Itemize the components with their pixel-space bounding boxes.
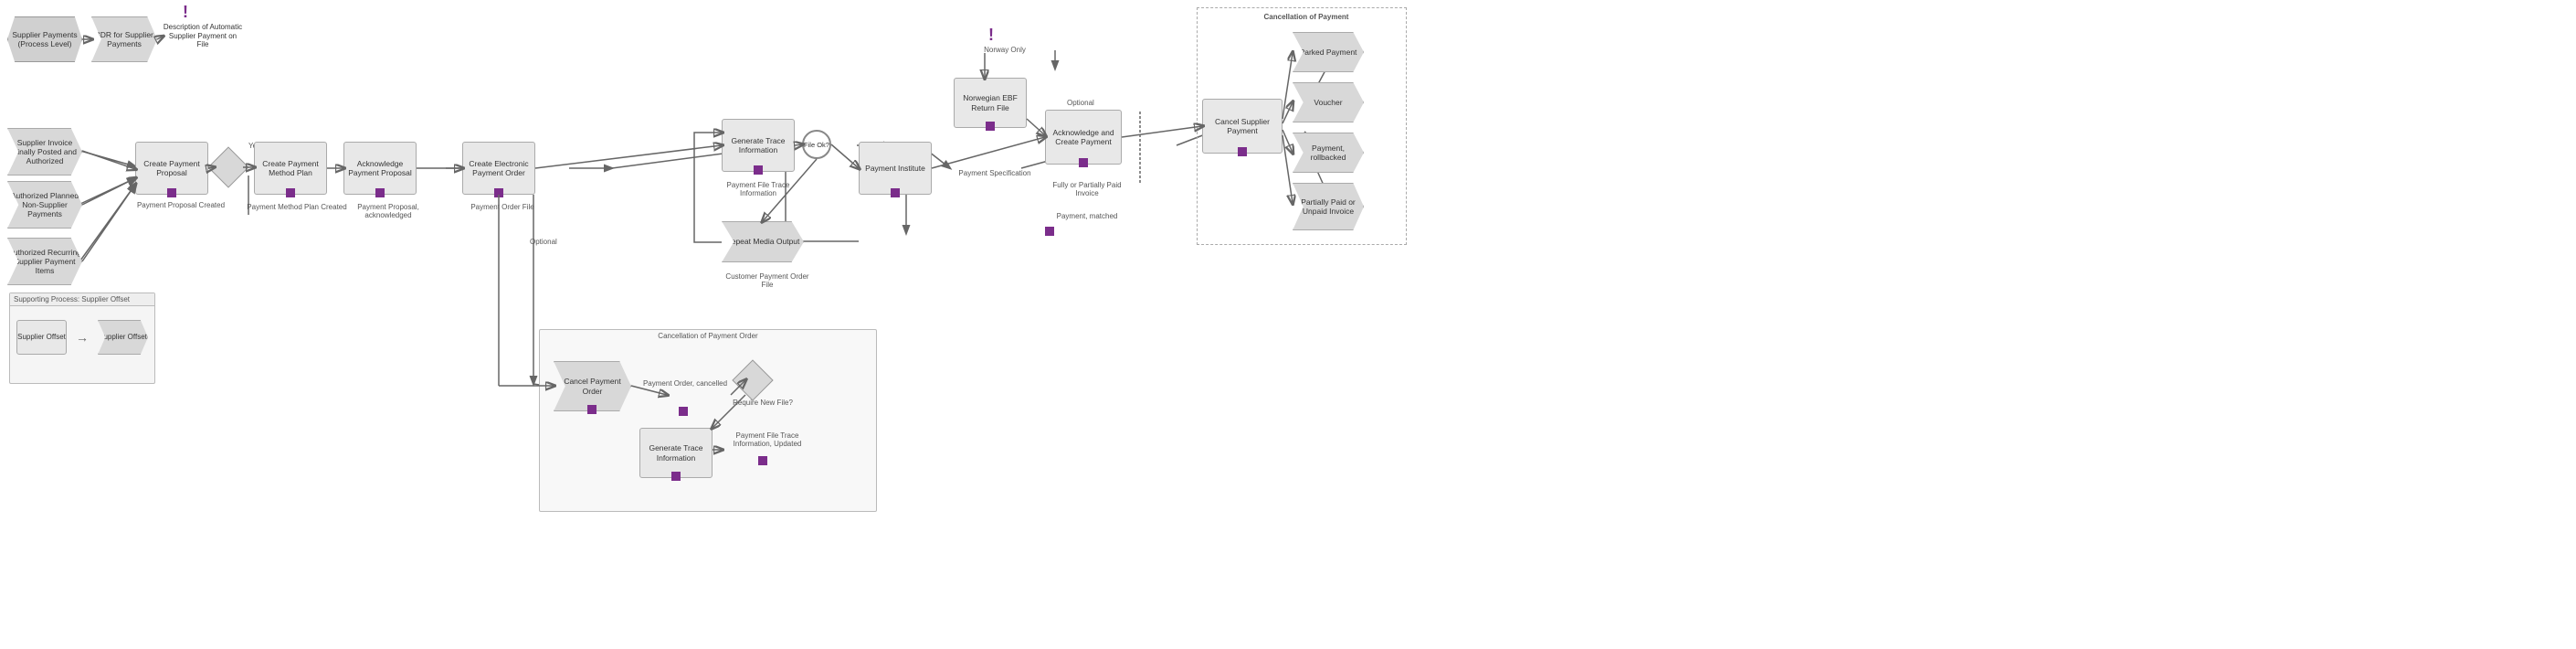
support-supplier-offset-title: Supporting Process: Supplier Offset [10,293,154,306]
marker-cancel-supplier [1238,147,1247,156]
generate-trace-2-shape: Generate Trace Information [639,428,713,478]
acknowledge-payment-shape: Acknowledge Payment Proposal [343,142,417,195]
supplier-invoice-shape: Supplier Invoice Finally Posted and Auth… [7,128,82,176]
marker-cancel-order [587,405,596,414]
marker-order-cancelled [679,407,688,416]
cancellation-order-box: Cancellation of Payment Order [539,329,877,512]
marker-acknowledge-create [1079,158,1088,167]
cancellation-order-title: Cancellation of Payment Order [540,330,876,342]
marker-matched [1045,227,1054,236]
marker-norwegian-ebf [986,122,995,131]
optional-label-2: Optional [1067,99,1094,107]
cancel-supplier-shape: Cancel Supplier Payment [1202,99,1283,154]
marker-acknowledge [375,188,385,197]
create-electronic-shape: Create Electronic Payment Order [462,142,535,195]
create-method-plan-shape: Create Payment Method Plan [254,142,327,195]
marker-generate-trace [754,165,763,175]
method-plan-created-label: Payment Method Plan Created [247,203,347,211]
payment-order-file-label: Payment Order File [457,203,548,211]
payment-acknowledged-label: Payment Proposal, acknowledged [338,203,438,219]
marker-generate-trace-2 [671,472,681,481]
payment-specification-label: Payment Specification [954,169,1036,177]
acknowledge-create-shape: Acknowledge and Create Payment [1045,110,1122,165]
norway-exclamation-icon: ! [988,26,994,45]
description-automatic-supplier: Description of Automatic Supplier Paymen… [163,11,243,61]
file-ok-gateway: File Ok? [802,130,831,159]
payment-proposal-created-label: Payment Proposal Created [135,201,227,209]
marker-electronic [494,188,503,197]
require-new-file-label: Require New File? [731,399,795,407]
norwegian-ebf-shape: Norwegian EBF Return File [954,78,1027,128]
optional-label: Optional [530,238,557,246]
payment-file-updated-label: Payment File Trace Information, Updated [722,431,813,448]
gateway-method-plan [207,146,248,187]
auth-recurring-shape: Authorized Recurring Supplier Payment It… [7,238,82,285]
marker-file-updated [758,456,767,465]
auth-planned-shape: Authorized Planned Non-Supplier Payments [7,181,82,229]
supplier-offset-2: Supplier Offset [98,320,148,355]
payment-order-cancelled-label: Payment Order, cancelled [639,379,731,388]
norway-only-label: Norway Only [968,46,1041,54]
support-supplier-offset-box: Supporting Process: Supplier Offset Supp… [9,293,155,384]
start-bdr: BDR for Supplier Payments [91,16,157,62]
process-canvas: Supplier Payments (Process Level) BDR fo… [0,0,2576,649]
payment-file-trace-label: Payment File Trace Information [713,181,804,197]
marker-payment-institute [891,188,900,197]
marker-method-plan [286,188,295,197]
cancellation-payment-title: Cancellation of Payment [1233,13,1379,21]
payment-institute-shape: Payment Institute [859,142,932,195]
create-payment-proposal-shape: Create Payment Proposal [135,142,208,195]
repeat-media-shape: Repeat Media Output [722,221,804,262]
payment-matched-label: Payment, matched [1041,212,1133,220]
fully-partially-label: Fully or Partially Paid Invoice [1041,181,1133,197]
marker-create-payment [167,188,176,197]
supplier-offset-1: Supplier Offset [16,320,67,355]
start-supplier-payments: Supplier Payments (Process Level) [7,16,82,62]
generate-trace-shape: Generate Trace Information [722,119,795,172]
customer-payment-order-label: Customer Payment Order File [722,272,813,289]
cancel-payment-order-shape: Cancel Payment Order [554,361,631,411]
